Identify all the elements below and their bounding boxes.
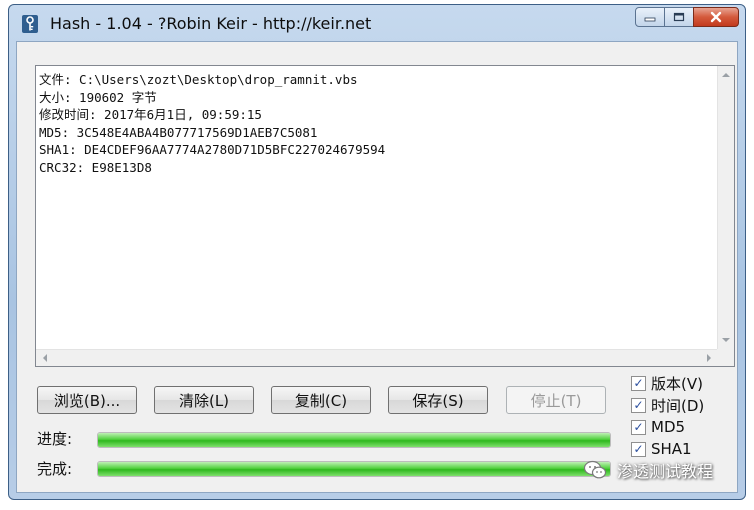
version-checkbox[interactable]: ✓ xyxy=(631,375,646,391)
time-label: 时间(D) xyxy=(651,396,705,415)
horizontal-scrollbar[interactable] xyxy=(36,349,718,366)
scroll-left-icon[interactable] xyxy=(43,354,47,362)
minimize-icon xyxy=(644,17,656,22)
browse-button[interactable]: 浏览(B)... xyxy=(37,386,137,414)
progress-label: 进度: xyxy=(37,430,73,448)
title-bar[interactable]: Hash - 1.04 - ?Robin Keir - http://keir.… xyxy=(9,5,745,41)
caption-buttons xyxy=(635,7,739,29)
option-sha1[interactable]: ✓ SHA1 xyxy=(631,438,704,460)
sha1-label: SHA1 xyxy=(651,440,692,458)
scrollbar-corner xyxy=(717,349,734,366)
clear-button[interactable]: 清除(L) xyxy=(154,386,254,414)
maximize-button[interactable] xyxy=(665,7,693,27)
progress-bar xyxy=(97,432,611,448)
close-button[interactable] xyxy=(693,7,739,27)
scroll-right-icon[interactable] xyxy=(707,354,711,362)
complete-bar-fill xyxy=(98,462,610,476)
complete-label: 完成: xyxy=(37,460,73,478)
save-button[interactable]: 保存(S) xyxy=(388,386,488,414)
options-group: ✓ 版本(V) ✓ 时间(D) ✓ MD5 ✓ SHA1 xyxy=(631,372,704,460)
hash-output-text: 文件: C:\Users\zozt\Desktop\drop_ramnit.vb… xyxy=(39,72,386,175)
client-area: 文件: C:\Users\zozt\Desktop\drop_ramnit.vb… xyxy=(16,41,738,493)
maximize-icon xyxy=(673,12,685,22)
checkmark-icon: ✓ xyxy=(633,398,644,412)
checkmark-icon: ✓ xyxy=(633,376,644,390)
checkmark-icon: ✓ xyxy=(633,442,644,456)
progress-bar-fill xyxy=(98,433,610,447)
copy-button[interactable]: 复制(C) xyxy=(271,386,371,414)
app-window: Hash - 1.04 - ?Robin Keir - http://keir.… xyxy=(8,4,746,500)
checkmark-icon: ✓ xyxy=(633,420,644,434)
close-icon xyxy=(710,11,722,23)
scroll-down-icon[interactable] xyxy=(722,338,730,342)
md5-checkbox[interactable]: ✓ xyxy=(631,419,646,435)
minimize-button[interactable] xyxy=(635,7,665,27)
stop-button[interactable]: 停止(T) xyxy=(506,386,606,414)
scroll-up-icon[interactable] xyxy=(722,73,730,77)
option-version[interactable]: ✓ 版本(V) xyxy=(631,372,704,394)
time-checkbox[interactable]: ✓ xyxy=(631,397,646,413)
wechat-icon xyxy=(583,460,607,479)
sha1-checkbox[interactable]: ✓ xyxy=(631,441,646,457)
watermark-text: 渗透测试教程 xyxy=(617,462,714,481)
version-label: 版本(V) xyxy=(651,374,703,393)
hash-output-box[interactable]: 文件: C:\Users\zozt\Desktop\drop_ramnit.vb… xyxy=(35,65,735,367)
complete-bar xyxy=(97,461,611,477)
option-md5[interactable]: ✓ MD5 xyxy=(631,416,704,438)
vertical-scrollbar[interactable] xyxy=(717,66,734,349)
key-icon xyxy=(22,15,38,33)
option-time[interactable]: ✓ 时间(D) xyxy=(631,394,704,416)
md5-label: MD5 xyxy=(651,418,686,436)
window-title: Hash - 1.04 - ?Robin Keir - http://keir.… xyxy=(50,14,372,33)
watermark: 渗透测试教程 xyxy=(583,458,713,482)
